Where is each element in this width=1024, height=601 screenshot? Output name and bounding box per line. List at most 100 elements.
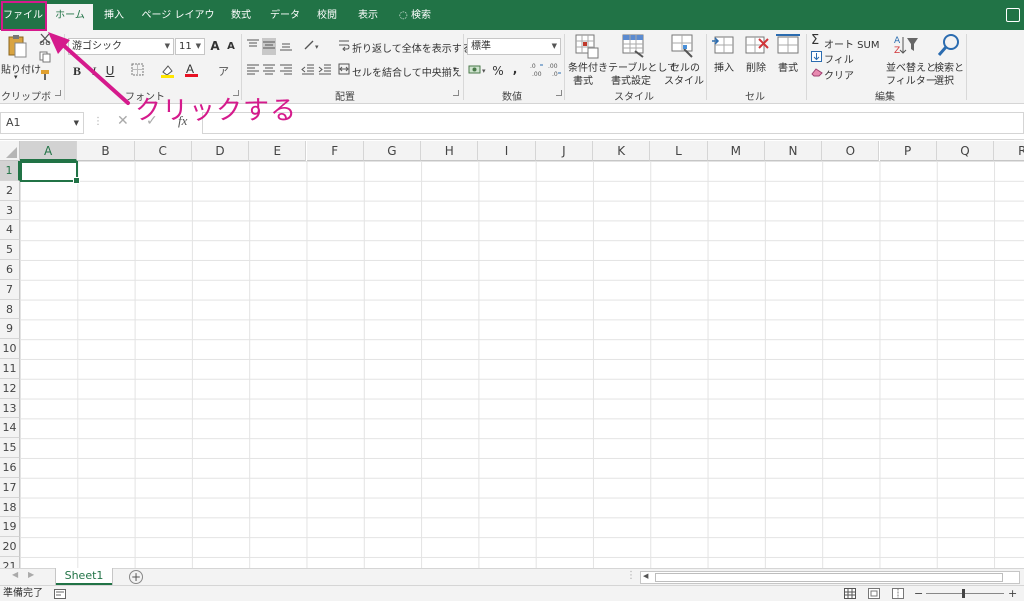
cancel-icon[interactable]: ✕: [117, 113, 129, 129]
find-select-icon[interactable]: [937, 33, 961, 60]
orientation-icon[interactable]: ▾: [303, 39, 323, 54]
scroll-left-arrow-icon[interactable]: ◀: [643, 572, 648, 580]
column-header-k[interactable]: K: [593, 141, 651, 161]
formula-input[interactable]: [202, 112, 1024, 134]
tab-insert[interactable]: 挿入: [97, 0, 131, 30]
row-header-10[interactable]: 10: [0, 339, 20, 359]
normal-view-icon[interactable]: [844, 588, 856, 601]
row-header-15[interactable]: 15: [0, 438, 20, 458]
accounting-format-icon[interactable]: ▾: [468, 63, 488, 80]
tab-page-layout[interactable]: ページ レイアウト: [138, 0, 218, 53]
tell-me-search[interactable]: ◌ 検索: [394, 0, 436, 30]
font-color-icon[interactable]: A: [184, 62, 200, 81]
horizontal-scrollbar[interactable]: ◀: [640, 571, 1020, 584]
tab-view[interactable]: 表示: [352, 0, 384, 30]
zoom-in-icon[interactable]: +: [1008, 586, 1017, 601]
column-header-a[interactable]: A: [20, 141, 78, 161]
merge-center-button[interactable]: セルを結合して中央揃え: [352, 64, 462, 79]
split-handle-icon[interactable]: ⋮: [626, 570, 636, 581]
clipboard-launcher-icon[interactable]: [55, 90, 61, 96]
row-header-16[interactable]: 16: [0, 458, 20, 478]
phonetic-icon[interactable]: ア: [216, 63, 232, 80]
format-cells-button[interactable]: 書式: [778, 59, 798, 74]
align-center-icon[interactable]: [262, 63, 276, 78]
column-header-j[interactable]: J: [535, 141, 593, 161]
row-header-1[interactable]: 1: [0, 161, 20, 181]
find-select-label-2[interactable]: 選択: [934, 72, 954, 87]
column-header-f[interactable]: F: [306, 141, 364, 161]
cell-styles-label-2[interactable]: スタイル: [664, 72, 704, 87]
autosum-button[interactable]: オート SUM: [824, 36, 879, 51]
comma-button[interactable]: ,: [506, 61, 524, 77]
align-right-icon[interactable]: [279, 63, 293, 78]
cut-icon[interactable]: [39, 33, 51, 48]
column-header-l[interactable]: L: [650, 141, 708, 161]
column-header-b[interactable]: B: [77, 141, 135, 161]
format-painter-icon[interactable]: [39, 69, 51, 84]
row-header-17[interactable]: 17: [0, 477, 20, 498]
tab-data[interactable]: データ: [266, 0, 304, 30]
scroll-left-icon[interactable]: ◀: [12, 570, 18, 579]
conditional-formatting-icon[interactable]: [574, 33, 600, 62]
conditional-formatting-label-2[interactable]: 書式: [573, 72, 593, 87]
column-header-n[interactable]: N: [764, 141, 823, 161]
percent-button[interactable]: %: [489, 63, 507, 79]
row-header-6[interactable]: 6: [0, 260, 20, 280]
row-header-4[interactable]: 4: [0, 220, 20, 241]
cell-area[interactable]: [20, 161, 1024, 568]
row-header-8[interactable]: 8: [0, 299, 20, 320]
autosum-icon[interactable]: Σ: [811, 33, 819, 48]
font-size-combo[interactable]: 11 ▼: [175, 38, 205, 55]
format-as-table-icon[interactable]: [621, 33, 647, 62]
active-cell[interactable]: [20, 161, 80, 184]
fill-icon[interactable]: [811, 51, 822, 65]
wrap-text-button[interactable]: 折り返して全体を表示する: [352, 40, 472, 55]
increase-indent-icon[interactable]: [318, 63, 332, 78]
paste-icon[interactable]: [6, 34, 28, 60]
formula-bar-handle-icon[interactable]: ⋮: [93, 116, 103, 127]
number-launcher-icon[interactable]: [556, 90, 562, 96]
zoom-out-icon[interactable]: −: [914, 586, 923, 601]
decrease-decimal-icon[interactable]: .00.0: [548, 61, 564, 80]
row-header-20[interactable]: 20: [0, 537, 20, 557]
align-middle-icon[interactable]: [262, 38, 276, 55]
row-header-13[interactable]: 13: [0, 398, 20, 419]
row-header-7[interactable]: 7: [0, 279, 20, 300]
row-header-21[interactable]: 21: [0, 557, 20, 568]
scrollbar-thumb[interactable]: [655, 573, 1003, 582]
number-format-combo[interactable]: 標準 ▼: [467, 38, 561, 55]
paste-dropdown-icon[interactable]: ▾: [14, 73, 18, 81]
tab-review[interactable]: 校閲: [311, 0, 343, 30]
wrap-text-icon[interactable]: [338, 39, 350, 54]
row-header-14[interactable]: 14: [0, 418, 20, 439]
align-top-icon[interactable]: [246, 39, 260, 54]
column-header-g[interactable]: G: [363, 141, 422, 161]
align-left-icon[interactable]: [246, 63, 260, 78]
fill-color-icon[interactable]: [160, 63, 176, 81]
column-header-c[interactable]: C: [134, 141, 192, 161]
increase-decimal-icon[interactable]: .0.00: [530, 61, 546, 80]
delete-cells-icon[interactable]: [744, 33, 770, 60]
name-box[interactable]: A1 ▼: [0, 112, 84, 134]
merge-dropdown-icon[interactable]: ▾: [453, 65, 457, 73]
column-header-p[interactable]: P: [879, 141, 937, 161]
add-sheet-button[interactable]: +: [129, 570, 143, 584]
zoom-slider-thumb[interactable]: [962, 589, 965, 598]
fill-button[interactable]: フィル: [824, 51, 854, 66]
column-header-i[interactable]: I: [478, 141, 536, 161]
column-header-m[interactable]: M: [707, 141, 765, 161]
macro-record-icon[interactable]: [54, 589, 66, 601]
column-header-r[interactable]: R: [994, 141, 1024, 161]
row-header-3[interactable]: 3: [0, 200, 20, 221]
format-as-table-label-2[interactable]: 書式設定: [611, 72, 651, 87]
row-header-12[interactable]: 12: [0, 378, 20, 399]
column-header-q[interactable]: Q: [936, 141, 995, 161]
borders-icon[interactable]: [131, 63, 147, 80]
clear-button[interactable]: クリア: [824, 67, 854, 82]
scroll-right-icon[interactable]: ▶: [28, 570, 34, 579]
align-bottom-icon[interactable]: [279, 39, 293, 54]
row-header-9[interactable]: 9: [0, 319, 20, 340]
font-name-combo[interactable]: 游ゴシック ▼: [68, 38, 174, 55]
sort-filter-label-2[interactable]: フィルター: [886, 72, 936, 87]
tab-home[interactable]: ホーム: [47, 4, 93, 30]
